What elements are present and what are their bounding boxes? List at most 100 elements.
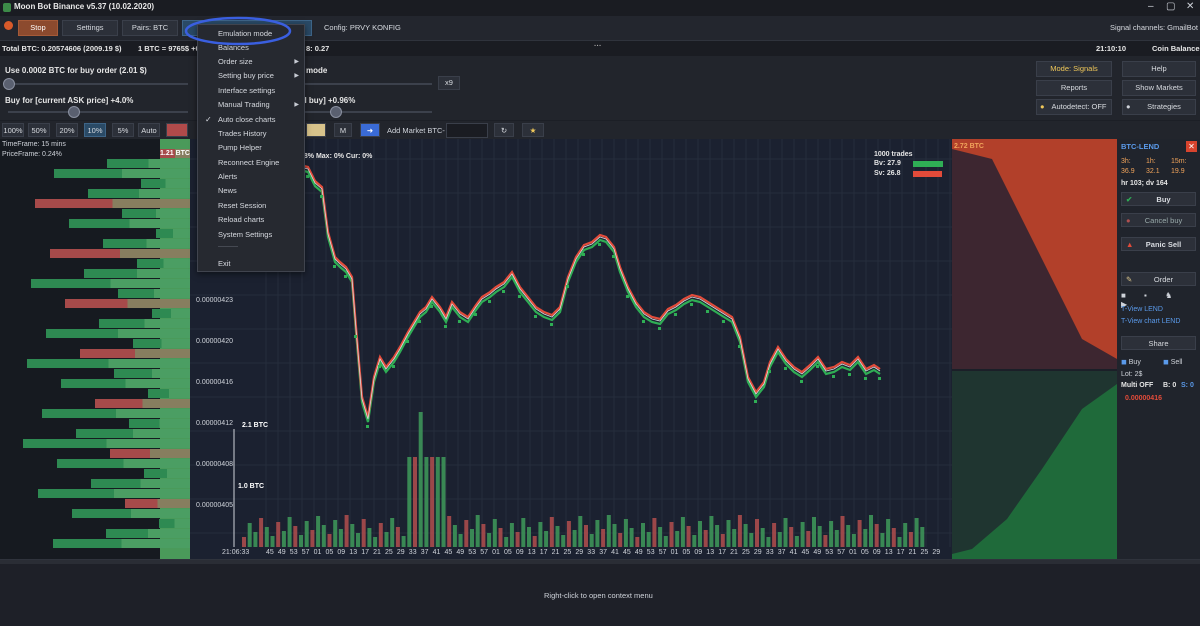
menu-item[interactable]: Reset Session: [218, 201, 266, 210]
pairs-button[interactable]: Pairs: BTC: [122, 20, 178, 36]
submenu-arrow-icon: ▶: [294, 59, 299, 65]
percent-button[interactable]: 20%: [56, 123, 78, 137]
buy-volume-bar: [913, 161, 943, 167]
depth-chart[interactable]: 2.72 BTC: [952, 139, 1117, 559]
x-tick-label: 13: [349, 549, 358, 556]
menu-item[interactable]: Manual Trading: [218, 100, 270, 109]
close-pair-icon[interactable]: ✕: [1186, 141, 1197, 152]
order-book-bar: [110, 279, 190, 288]
restore-button[interactable]: ▢: [1166, 1, 1175, 12]
menu-item[interactable]: News: [218, 186, 237, 195]
tview-chart-link[interactable]: T-View chart LEND: [1121, 318, 1180, 325]
x-tick-label: 17: [539, 549, 548, 556]
volume-bar: [720, 534, 725, 547]
volume-bar: [544, 531, 549, 547]
volume-bar: [794, 536, 799, 547]
drag-handle-icon[interactable]: ···: [594, 41, 602, 50]
menu-item[interactable]: Reconnect Engine: [218, 158, 279, 167]
x-tick-label: 01: [670, 549, 679, 556]
trade-marker: [658, 327, 661, 330]
m-button[interactable]: M: [334, 123, 352, 137]
mode-signals-button[interactable]: Mode: Signals: [1036, 61, 1112, 77]
tview-link[interactable]: T-View LEND: [1121, 306, 1163, 313]
volume-bar: [903, 523, 908, 547]
order-size-slider[interactable]: [3, 78, 15, 90]
percent-button[interactable]: 50%: [28, 123, 50, 137]
add-market-input[interactable]: [446, 123, 488, 138]
h3-label: 3h:: [1121, 158, 1131, 165]
help-button[interactable]: Help: [1122, 61, 1196, 77]
volume-bar: [789, 527, 794, 547]
volume-bar: [487, 533, 492, 547]
x-tick-label: 53: [289, 549, 298, 556]
x-tick-label: 41: [789, 549, 798, 556]
check-icon: ✔: [1126, 195, 1133, 204]
volume-bar: [270, 536, 275, 547]
trade-marker: [488, 300, 491, 303]
menu-item[interactable]: System Settings: [218, 230, 272, 239]
eraser-icon-button[interactable]: [306, 123, 326, 137]
cancel-buy-button[interactable]: ● Cancel buy: [1121, 213, 1196, 227]
x-tick-label: 09: [337, 549, 346, 556]
buy-label: Buy: [1156, 195, 1171, 204]
volume-bar: [281, 531, 286, 547]
order-book-bar: [156, 209, 190, 218]
order-book-bar: [148, 159, 190, 168]
y-tick-label: 0.00000420: [196, 338, 233, 345]
order-button[interactable]: ✎ Order: [1121, 272, 1196, 286]
arrow-right-icon-button[interactable]: ➜: [360, 123, 380, 137]
close-button[interactable]: ✕: [1186, 1, 1194, 12]
multiplier-button[interactable]: x9: [438, 76, 460, 90]
volume-bar: [869, 515, 873, 547]
x-tick-label: 41: [611, 549, 619, 556]
trade-marker: [878, 377, 881, 380]
menu-item[interactable]: Alerts: [218, 172, 237, 181]
menu-item[interactable]: Reload charts: [218, 215, 264, 224]
splitter[interactable]: [0, 560, 1200, 564]
volume-bar: [572, 530, 577, 547]
percent-button[interactable]: 10%: [84, 123, 106, 137]
menu-item[interactable]: Setting buy price: [218, 71, 274, 80]
menu-item[interactable]: Pump Helper: [218, 143, 262, 152]
chart-icon-button[interactable]: [166, 123, 188, 137]
settings-button[interactable]: Settings: [62, 20, 118, 36]
volume-bar: [772, 523, 777, 547]
panic-sell-button[interactable]: ▲ Panic Sell: [1121, 237, 1196, 251]
sell-volume-label: Sv: 26.8: [874, 170, 901, 177]
m15-value: 19.9: [1171, 168, 1185, 175]
volume-bar: [595, 520, 600, 547]
buy-toggle[interactable]: ◼ Buy: [1121, 358, 1141, 366]
volume-bar: [760, 528, 765, 547]
window-title: Moon Bot Binance v5.37 (10.02.2020): [14, 2, 155, 11]
stop-button[interactable]: Stop: [18, 20, 58, 36]
minimize-button[interactable]: –: [1148, 1, 1154, 12]
menu-item[interactable]: Trades History: [218, 129, 266, 138]
buy-price-slider[interactable]: [68, 106, 80, 118]
strategies-button[interactable]: ● Strategies: [1122, 99, 1196, 115]
total-btc: Total BTC: 0.20574606 (2009.19 $): [2, 44, 122, 53]
volume-bar: [749, 533, 754, 547]
menu-item[interactable]: Exit: [218, 259, 231, 268]
sell-price-slider[interactable]: [330, 106, 342, 118]
share-button[interactable]: Share: [1121, 336, 1196, 350]
volume-bar: [293, 526, 298, 547]
cancel-buy-label: Cancel buy: [1144, 216, 1183, 225]
autodetect-button[interactable]: ● Autodetect: OFF: [1036, 99, 1112, 115]
sell-toggle[interactable]: ◼ Sell: [1163, 358, 1182, 366]
star-icon-button[interactable]: ★: [522, 123, 544, 137]
menu-item[interactable]: Interface settings: [218, 86, 275, 95]
volume-bar: [555, 526, 560, 547]
volume-bar: [566, 521, 571, 547]
status-bar: Right-click to open context menu: [0, 559, 1200, 626]
percent-button[interactable]: 5%: [112, 123, 134, 137]
volume-bar: [698, 521, 702, 547]
pencil-icon: ✎: [1126, 275, 1133, 284]
show-markets-button[interactable]: Show Markets: [1122, 80, 1196, 96]
reports-button[interactable]: Reports: [1036, 80, 1112, 96]
buy-button[interactable]: ✔ Buy: [1121, 192, 1196, 206]
percent-button[interactable]: Auto: [138, 123, 160, 137]
menu-item[interactable]: Order size: [218, 57, 253, 66]
refresh-icon-button[interactable]: ↻: [494, 123, 514, 137]
percent-button[interactable]: 100%: [2, 123, 24, 137]
menu-item[interactable]: Auto close charts: [218, 115, 276, 124]
